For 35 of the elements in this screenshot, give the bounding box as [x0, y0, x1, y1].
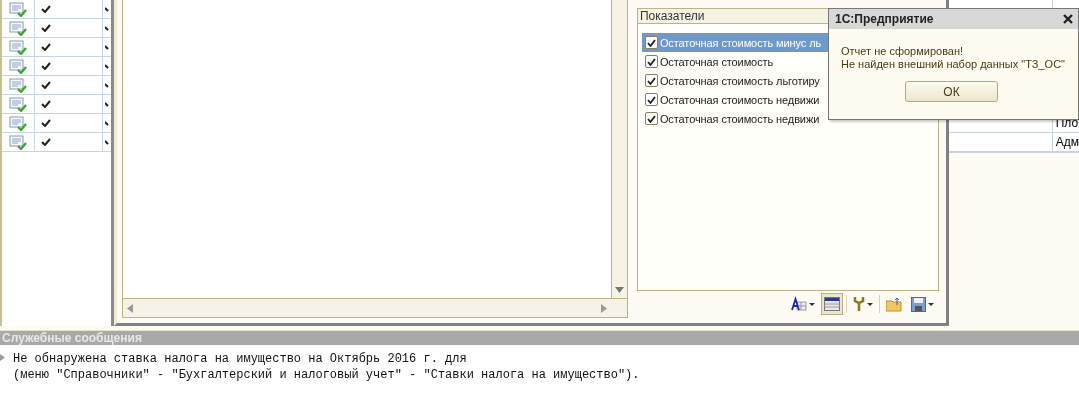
checkbox[interactable]	[644, 55, 658, 68]
checkbox[interactable]	[644, 36, 658, 49]
check-icon	[105, 100, 109, 108]
dropdown-caret-icon[interactable]	[808, 302, 815, 306]
list-item[interactable]: Остаточная стоимость недвижи	[641, 109, 938, 128]
dialog-message: Не найден внешний набор данных "ТЗ_ОС"	[841, 58, 1066, 71]
close-icon[interactable]	[1063, 14, 1073, 24]
ok-button[interactable]: ОК	[905, 81, 998, 102]
dropdown-caret-icon[interactable]	[866, 302, 873, 306]
message-text: Не обнаружена ставка налога на имущество на Октябрь 2016 г. для	[13, 351, 468, 367]
font-table-icon	[790, 296, 807, 312]
checkbox[interactable]	[644, 112, 658, 125]
dialog-title: 1С:Предприятие	[835, 12, 934, 26]
messages-panel-header: Служебные сообщения	[0, 331, 1079, 345]
check-icon	[105, 138, 109, 146]
scroll-left-icon[interactable]	[126, 303, 133, 313]
check-icon	[105, 5, 109, 13]
check-icon	[105, 62, 109, 70]
scroll-down-icon[interactable]	[614, 287, 624, 293]
check-icon	[105, 119, 109, 127]
folder-icon	[885, 296, 902, 312]
check-icon	[105, 43, 109, 51]
check-icon	[105, 24, 109, 32]
checkbox[interactable]	[644, 74, 658, 87]
scroll-right-icon[interactable]	[600, 303, 607, 313]
table-icon	[823, 297, 840, 311]
dropdown-caret-icon[interactable]	[927, 302, 934, 306]
table-cell: Адм	[1055, 135, 1079, 149]
table-tool-button[interactable]	[820, 293, 843, 315]
horizontal-scrollbar[interactable]	[122, 298, 627, 317]
wrench-icon	[852, 296, 865, 312]
message-marker-icon	[0, 354, 5, 361]
check-icon	[105, 81, 109, 89]
message-text: (меню "Справочники" - "Бухгалтерский и налоговый учет" - "Ставки налога на имущество").	[13, 367, 640, 383]
checkbox[interactable]	[644, 93, 658, 106]
